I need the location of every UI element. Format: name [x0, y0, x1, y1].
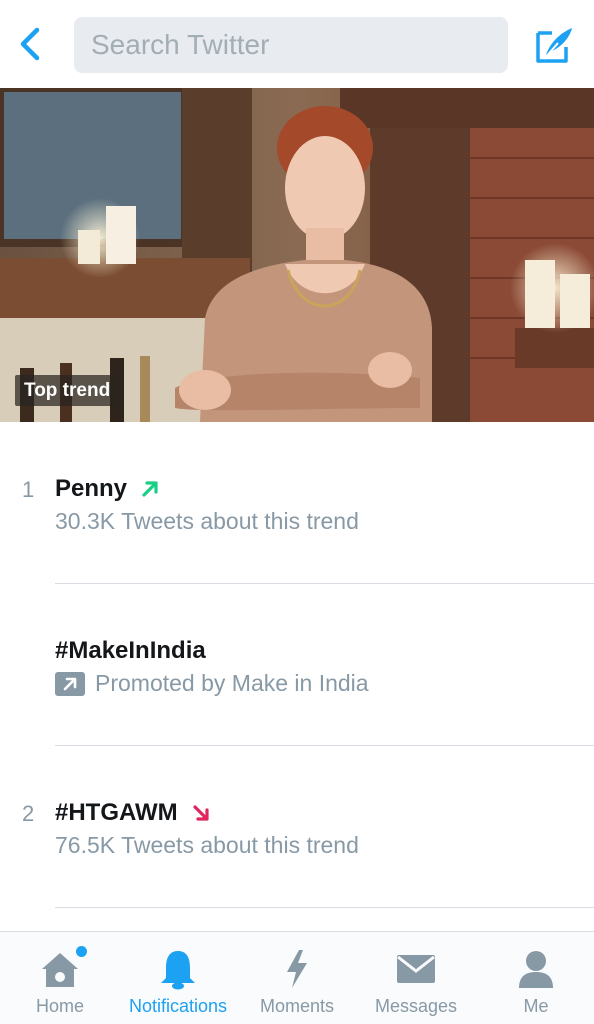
person-icon: [516, 946, 556, 992]
chevron-left-icon: [20, 27, 40, 61]
trend-item-penny[interactable]: 1 Penny 30.3K Tweets about this trend: [0, 422, 594, 584]
tab-label: Home: [35, 996, 84, 1016]
trend-name: #HTGAWM: [55, 799, 178, 826]
trend-down-arrow-icon: [193, 805, 209, 821]
trend-title: Penny: [55, 475, 159, 503]
trend-promoted-line: Promoted by Make in India: [55, 670, 369, 697]
trend-item-htgawm[interactable]: 2 #HTGAWM 76.5K Tweets about this trend: [0, 746, 594, 908]
trend-name: Penny: [55, 475, 128, 502]
compose-button[interactable]: [530, 22, 578, 68]
tab-me[interactable]: Me: [500, 932, 572, 1024]
back-button[interactable]: [14, 24, 46, 64]
trend-tweet-count: 30.3K Tweets about this trend: [55, 508, 359, 535]
tab-messages[interactable]: Messages: [364, 932, 468, 1024]
home-notification-dot: [76, 946, 87, 957]
trend-subtitle: Promoted by Make in India: [95, 670, 369, 696]
tab-notifications[interactable]: Notifications: [118, 932, 238, 1024]
divider: [55, 907, 594, 908]
trend-name: #MakeInIndia: [55, 637, 206, 664]
tab-moments[interactable]: Moments: [250, 932, 344, 1024]
envelope-icon: [395, 946, 437, 992]
bell-icon: [158, 946, 198, 992]
tab-home[interactable]: Home: [18, 932, 102, 1024]
trend-title: #HTGAWM: [55, 799, 210, 827]
compose-tweet-icon: [536, 28, 572, 63]
search-input[interactable]: Search Twitter: [74, 17, 508, 73]
home-icon: [38, 946, 87, 992]
trend-rank: 1: [22, 477, 35, 502]
trend-subtitle: 30.3K Tweets about this trend: [55, 508, 359, 534]
top-trend-image[interactable]: Top trend: [0, 88, 594, 422]
trend-subtitle: 76.5K Tweets about this trend: [55, 832, 359, 858]
top-trend-badge: Top trend: [15, 375, 120, 406]
trend-item-makeinindia[interactable]: #MakeInIndia Promoted by Make in India: [0, 584, 594, 746]
search-placeholder: Search Twitter: [91, 29, 270, 60]
top-bar: Search Twitter: [0, 0, 594, 88]
hero-photo: [0, 88, 594, 422]
trend-up-arrow-icon: [142, 481, 158, 497]
tab-label: Messages: [374, 996, 458, 1016]
tab-label: Moments: [259, 996, 335, 1016]
tab-bar: Home Notifications Moments Messages Me: [0, 931, 594, 1024]
trend-title: #MakeInIndia: [55, 637, 206, 665]
trend-rank: 2: [22, 801, 35, 826]
promoted-icon: [55, 671, 85, 696]
trend-tweet-count: 76.5K Tweets about this trend: [55, 832, 359, 859]
lightning-icon: [283, 946, 311, 992]
tab-label: Notifications: [128, 996, 228, 1016]
tab-label: Me: [523, 996, 549, 1016]
